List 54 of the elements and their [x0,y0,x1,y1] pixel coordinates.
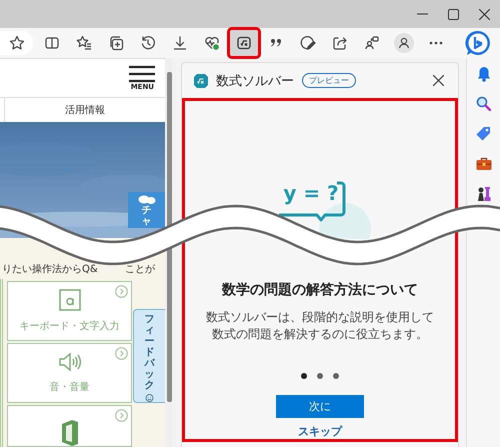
calculator-icon [236,35,252,51]
arrow-circle-icon [115,409,128,422]
page-dot[interactable] [333,373,339,379]
chess-icon [476,186,491,202]
star-icon [8,35,24,51]
smiley-icon [144,394,155,402]
chat-icon [138,195,156,205]
chat-button[interactable]: チャ [128,192,165,228]
panel-title: 数式ソルバー [216,72,294,90]
door-icon [60,420,80,446]
equation-text: y = ? [283,181,339,207]
search-icon [476,96,491,111]
card-label: キーボード・文字入力 [20,320,120,334]
key-icon [58,289,80,312]
close-button[interactable] [431,73,446,88]
arrow-circle-icon [115,285,128,298]
close-icon [433,75,444,86]
sidebar-button[interactable] [474,155,492,172]
next-button[interactable]: 次に [276,395,364,418]
more-icon [429,41,443,45]
collections-icon [108,35,124,51]
arrow-circle-icon [115,347,128,360]
toolbar-button[interactable] [230,30,258,56]
toolbox-icon [476,156,492,170]
history-icon [140,35,156,51]
maximize-icon[interactable] [448,8,459,20]
intro-text: りたい操作法からQ& [2,262,98,276]
bell-icon [476,66,490,82]
favorites-icon [76,35,92,51]
menu-icon[interactable] [129,65,155,84]
close-icon[interactable] [479,8,490,20]
card-label: 音・音量 [50,380,90,394]
heading: 数学の問題の解答方法について [222,281,418,299]
download-icon [172,35,188,51]
pen-icon [300,35,316,51]
skip-link[interactable]: スキップ [298,424,342,439]
intro-text: ことが [125,263,155,276]
page-dot[interactable] [301,373,307,379]
speaker-icon [58,352,80,372]
category-card[interactable] [7,405,132,447]
nav-tab[interactable]: 活用情報 [65,103,105,118]
tag-icon [476,126,491,141]
chat-bubble-icon[interactable] [465,30,491,56]
heart-icon [204,35,220,51]
page-dot[interactable] [317,373,323,379]
people-icon [364,35,380,51]
feedback-tab[interactable]: フィードバック [133,309,165,403]
preview-badge: プレビュー [302,73,356,88]
share-icon [332,35,348,51]
minimize-icon[interactable] [417,13,428,15]
description: 数式ソルバーは、段階的な説明を使用して数式の問題を解決するのに役立ちます。 [205,309,435,343]
calculator-icon [194,74,208,88]
split-screen-icon [44,35,60,51]
profile-icon [394,33,414,53]
